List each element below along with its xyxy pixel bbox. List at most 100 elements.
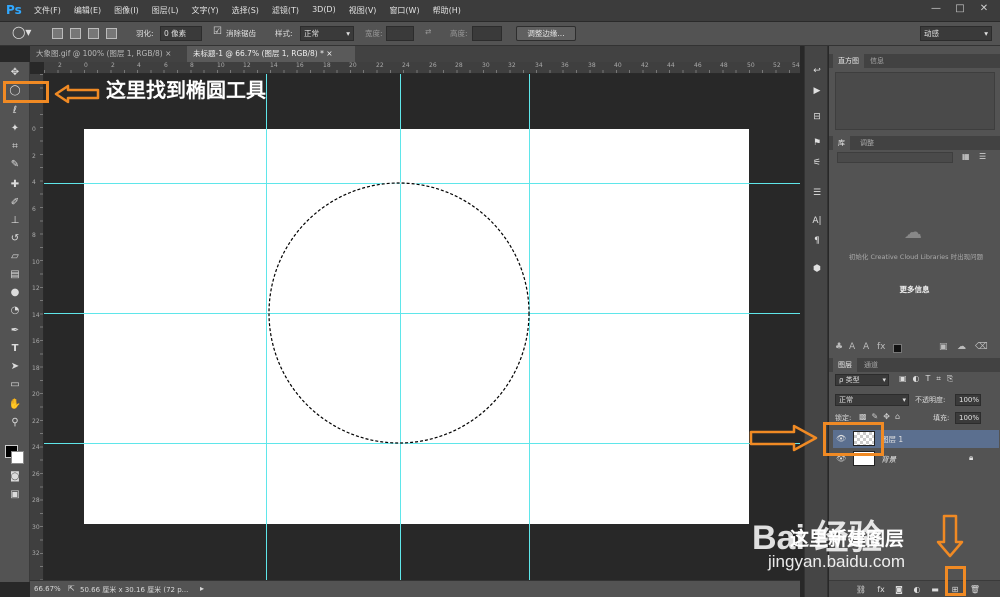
antialias-checkbox[interactable]: ☑	[213, 26, 222, 37]
brush-tool-icon[interactable]: ✐	[8, 196, 22, 210]
lasso-tool-icon[interactable]: ℓ	[8, 104, 22, 118]
blend-mode-select[interactable]: 正常 ▾	[835, 394, 909, 406]
3d-icon[interactable]: ⬢	[810, 262, 824, 276]
layer-kind-filter[interactable]: ρ 类型 ▾	[835, 374, 889, 386]
new-selection-icon[interactable]	[52, 28, 63, 39]
library-sync-icon[interactable]: ☁	[957, 342, 966, 352]
ellipse-selection[interactable]	[44, 74, 800, 580]
menu-select[interactable]: 选择(S)	[232, 5, 259, 16]
close-tab-icon[interactable]: ×	[326, 49, 332, 58]
height-input[interactable]	[472, 26, 502, 41]
intersect-selection-icon[interactable]	[106, 28, 117, 39]
paragraph-icon[interactable]: ¶	[810, 234, 824, 248]
ellipse-marquee-preset-icon[interactable]: ◯▾	[12, 25, 31, 39]
feather-input[interactable]: 0 像素	[160, 26, 202, 41]
photoshop-logo: Ps	[6, 3, 22, 17]
ruler-label: 2	[111, 62, 115, 69]
crop-tool-icon[interactable]: ⌗	[8, 140, 22, 154]
library-add-fx-icon[interactable]: fx	[877, 342, 886, 352]
quick-mask-icon[interactable]: ◙	[8, 470, 22, 484]
width-input[interactable]	[386, 26, 414, 41]
eraser-tool-icon[interactable]: ▱	[8, 250, 22, 264]
maximize-button[interactable]: □	[952, 2, 968, 16]
pen-tool-icon[interactable]: ✒	[8, 324, 22, 338]
tab-adjustments[interactable]: 调整	[855, 136, 879, 150]
gradient-tool-icon[interactable]: ▤	[8, 268, 22, 282]
subtract-selection-icon[interactable]	[88, 28, 99, 39]
path-selection-tool-icon[interactable]: ➤	[8, 360, 22, 374]
workspace-select[interactable]: 动感 ▾	[920, 26, 992, 41]
blur-tool-icon[interactable]: ●	[8, 286, 22, 300]
rectangle-tool-icon[interactable]: ▭	[8, 378, 22, 392]
move-tool-icon[interactable]: ✥	[8, 66, 22, 80]
fill-input[interactable]: 100%	[955, 412, 981, 424]
canvas-area[interactable]	[44, 74, 800, 580]
properties-icon[interactable]: ⊟	[810, 110, 824, 124]
menu-window[interactable]: 窗口(W)	[389, 5, 419, 16]
link-layers-icon[interactable]: ⛓	[855, 584, 867, 596]
library-add-character-icon[interactable]: A	[849, 342, 855, 352]
layer-filter-icons[interactable]: ▣◐T⌗⎘	[899, 374, 995, 386]
close-tab-icon[interactable]: ×	[165, 49, 171, 58]
tab-info[interactable]: 信息	[865, 54, 889, 68]
zoom-level[interactable]: 66.67%	[34, 585, 61, 593]
adjustment-layer-icon[interactable]: ◐	[911, 584, 923, 596]
new-group-icon[interactable]: ▬	[929, 584, 941, 596]
swap-icon[interactable]: ⇄	[425, 27, 431, 36]
magic-wand-tool-icon[interactable]: ✦	[8, 122, 22, 136]
arrow-right-icon[interactable]: ▸	[200, 584, 204, 593]
library-select[interactable]	[837, 152, 953, 163]
library-add-graphic-icon[interactable]: ♣	[835, 342, 843, 352]
tab-libraries[interactable]: 库	[833, 136, 850, 150]
menu-file[interactable]: 文件(F)	[34, 5, 61, 16]
refine-edge-button[interactable]: 调整边缘...	[516, 26, 576, 41]
tab-channels[interactable]: 通道	[859, 358, 883, 372]
menu-layer[interactable]: 图层(L)	[152, 5, 179, 16]
list-view-icon[interactable]: ☰	[979, 152, 989, 162]
library-delete-icon[interactable]: ⌫	[975, 342, 988, 352]
brush-settings-icon[interactable]: ⚟	[810, 156, 824, 170]
minimize-button[interactable]: —	[928, 2, 944, 16]
menu-image[interactable]: 图像(I)	[114, 5, 139, 16]
hand-tool-icon[interactable]: ✋	[8, 398, 22, 412]
history-icon[interactable]: ↩	[810, 64, 824, 78]
layer-style-fx-icon[interactable]: fx	[875, 584, 887, 596]
eyedropper-tool-icon[interactable]: ✎	[8, 158, 22, 172]
tab-layers[interactable]: 图层	[833, 358, 857, 372]
healing-brush-tool-icon[interactable]: ✚	[8, 178, 22, 192]
menu-help[interactable]: 帮助(H)	[433, 5, 461, 16]
tab-elephant[interactable]: 大象图.gif @ 100% (图层 1, RGB/8) ×	[30, 46, 187, 62]
menu-view[interactable]: 视图(V)	[349, 5, 377, 16]
tab-histogram[interactable]: 直方图	[833, 54, 864, 68]
menu-filter[interactable]: 滤镜(T)	[272, 5, 299, 16]
close-window-button[interactable]: ✕	[976, 2, 992, 16]
background-color-swatch[interactable]	[11, 451, 24, 464]
layer-name[interactable]: 图层 1	[881, 434, 903, 445]
opacity-input[interactable]: 100%	[955, 394, 981, 406]
export-icon[interactable]: ⇱	[68, 584, 75, 593]
zoom-tool-icon[interactable]: ⚲	[8, 416, 22, 430]
style-select[interactable]: 正常 ▾	[300, 26, 354, 41]
library-stock-icon[interactable]: ▣	[939, 342, 948, 352]
lock-icons[interactable]: ▩✎✥⌂	[859, 412, 905, 421]
add-selection-icon[interactable]	[70, 28, 81, 39]
menu-3d[interactable]: 3D(D)	[312, 5, 336, 16]
grid-view-icon[interactable]: ▦	[962, 152, 972, 162]
delete-layer-icon[interactable]: 🗑︎	[969, 584, 981, 596]
more-info-link[interactable]: 更多信息	[829, 284, 1000, 295]
menu-type[interactable]: 文字(Y)	[191, 5, 218, 16]
actions-icon[interactable]: ▶	[810, 84, 824, 98]
menu-edit[interactable]: 编辑(E)	[74, 5, 101, 16]
add-mask-icon[interactable]: ◙	[893, 584, 905, 596]
clone-stamp-tool-icon[interactable]: ⊥	[8, 214, 22, 228]
brush-presets-icon[interactable]: ⚑	[810, 136, 824, 150]
tab-untitled[interactable]: 未标题-1 @ 66.7% (图层 1, RGB/8) * ×	[187, 46, 355, 62]
screen-mode-icon[interactable]: ▣	[8, 488, 22, 502]
type-tool-icon[interactable]: T	[8, 342, 22, 356]
dodge-tool-icon[interactable]: ◔	[8, 304, 22, 318]
tool-presets-icon[interactable]: ☰	[810, 186, 824, 200]
library-add-paragraph-icon[interactable]: A	[863, 342, 869, 352]
library-add-color-icon[interactable]	[893, 344, 902, 353]
history-brush-tool-icon[interactable]: ↺	[8, 232, 22, 246]
character-icon[interactable]: A|	[810, 214, 824, 228]
